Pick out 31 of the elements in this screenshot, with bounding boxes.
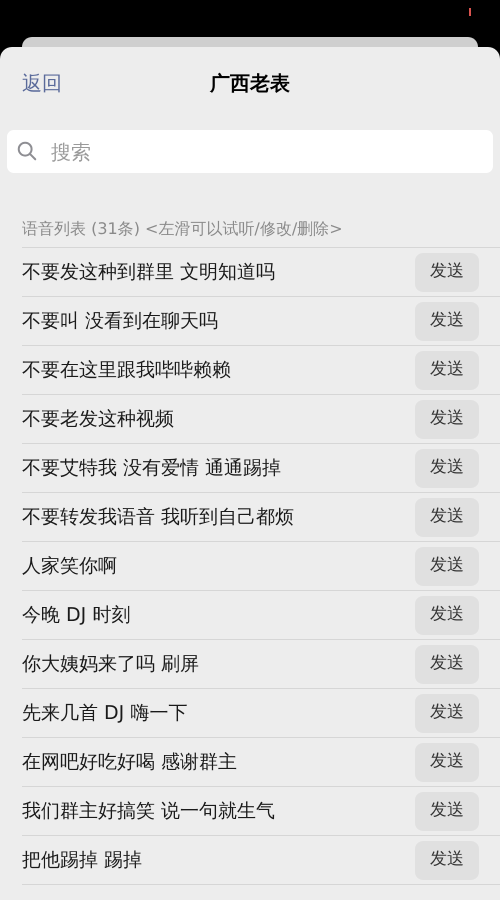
send-button[interactable]: 发送 bbox=[415, 546, 479, 586]
send-button[interactable]: 发送 bbox=[415, 840, 479, 880]
voice-item-title: 不要老发这种视频 bbox=[22, 406, 174, 432]
voice-item-title: 你大姨妈来了吗 刷屏 bbox=[22, 652, 200, 677]
send-button[interactable]: 发送 bbox=[415, 400, 479, 438]
voice-item-title: 在网吧好吃好喝 感谢群主 bbox=[22, 750, 238, 775]
send-button[interactable]: 发送 bbox=[415, 644, 479, 684]
voice-item-title: 不要发这种到群里 文明知道吗 bbox=[22, 260, 276, 285]
send-button[interactable]: 发送 bbox=[415, 350, 479, 390]
send-button[interactable]: 发送 bbox=[415, 694, 479, 732]
voice-item-title: 不要艾特我 没有爱情 通通踢掉 bbox=[22, 456, 282, 481]
send-button[interactable]: 发送 bbox=[415, 252, 479, 292]
back-button[interactable]: 返回 bbox=[22, 68, 62, 98]
voice-item-title: 今晚 DJ 时刻 bbox=[22, 602, 130, 628]
send-button[interactable]: 发送 bbox=[415, 742, 479, 782]
send-button[interactable]: 发送 bbox=[415, 596, 479, 634]
voice-item-title: 不要叫 没看到在聊天吗 bbox=[22, 308, 218, 334]
voice-item-title: 不要转发我语音 我听到自己都烦 bbox=[22, 504, 294, 530]
voice-item-title: 人家笑你啊 bbox=[22, 554, 117, 579]
voice-item-title: 先来几首 DJ 嗨一下 bbox=[22, 700, 188, 726]
send-button[interactable]: 发送 bbox=[415, 302, 479, 340]
send-button[interactable]: 发送 bbox=[415, 792, 479, 830]
section-header: 语音列表 (31条) <左滑可以试听/修改/删除> bbox=[22, 219, 343, 238]
search-icon bbox=[16, 140, 38, 162]
voice-item-title: 我们群主好搞笑 说一句就生气 bbox=[22, 798, 276, 824]
voice-item-title: 把他踢掉 踢掉 bbox=[22, 848, 142, 873]
send-button[interactable]: 发送 bbox=[415, 448, 479, 488]
search-field[interactable]: 搜索 bbox=[7, 130, 493, 173]
voice-item-title: 不要在这里跟我哔哔赖赖 bbox=[22, 358, 231, 383]
send-button[interactable]: 发送 bbox=[415, 498, 479, 536]
page-title: 广西老表 bbox=[210, 70, 290, 97]
